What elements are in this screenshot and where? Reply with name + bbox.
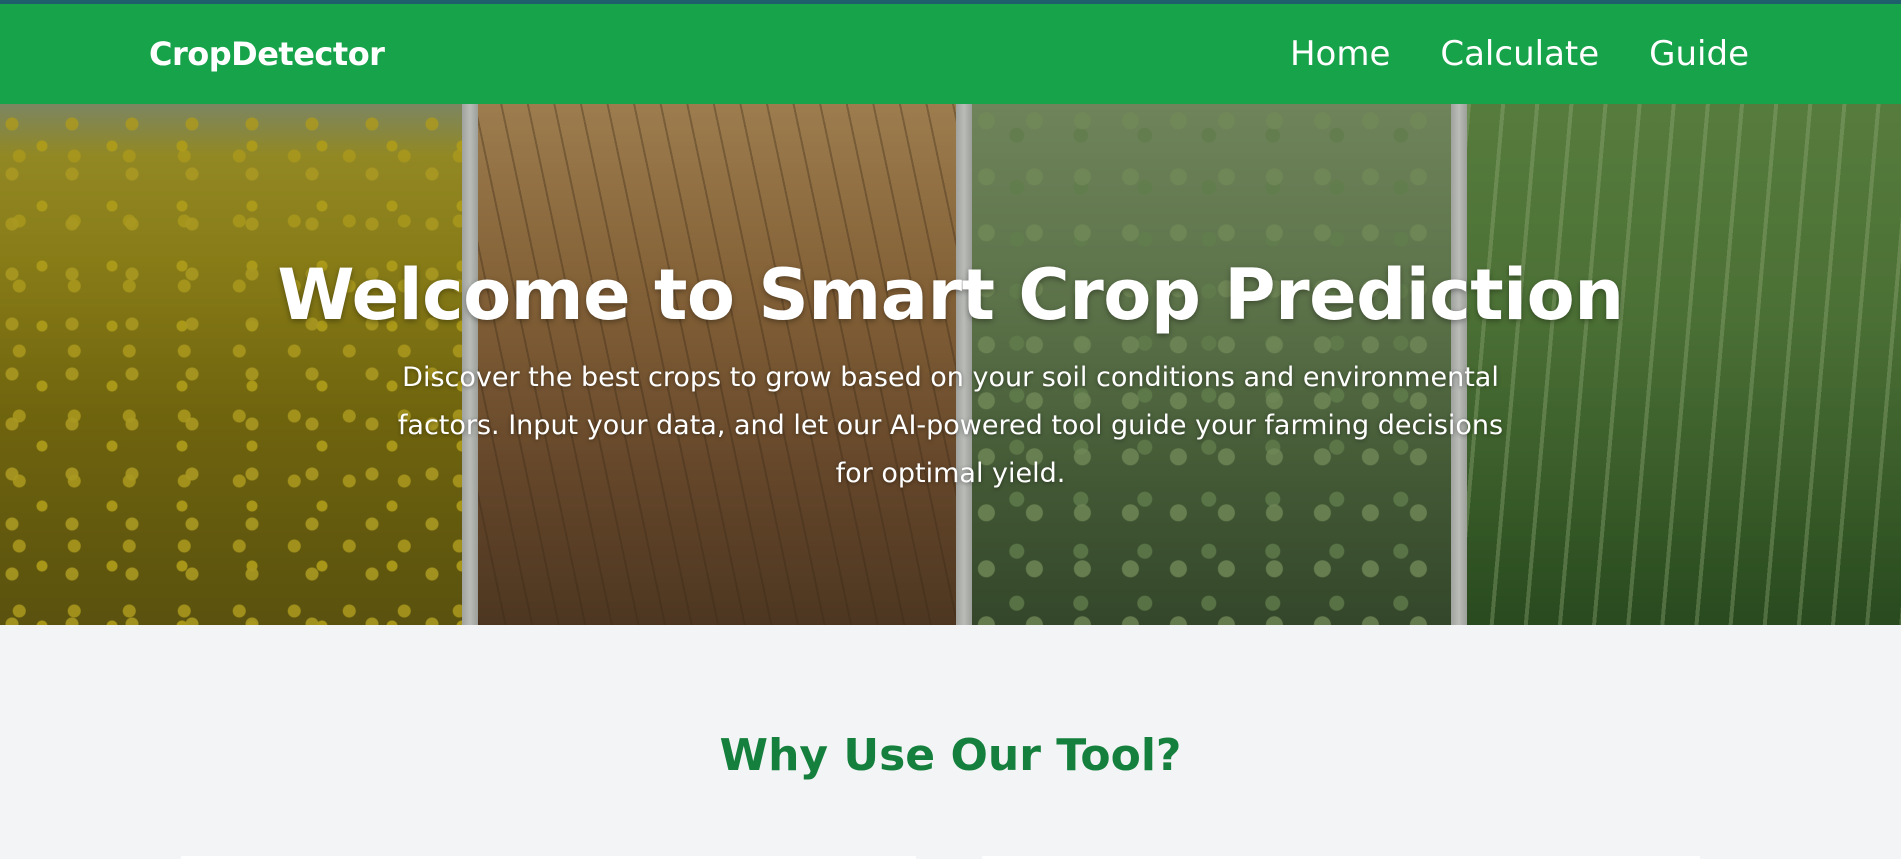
features-title: Why Use Our Tool?: [719, 730, 1182, 781]
brand-logo[interactable]: CropDetector: [149, 35, 385, 73]
nav-link-home[interactable]: Home: [1290, 34, 1390, 74]
nav-link-calculate[interactable]: Calculate: [1440, 34, 1599, 74]
nav-links: Home Calculate Guide: [1290, 34, 1749, 74]
hero-title: Welcome to Smart Crop Prediction: [277, 254, 1624, 336]
hero-content: Welcome to Smart Crop Prediction Discove…: [0, 254, 1901, 498]
nav-link-guide[interactable]: Guide: [1649, 34, 1749, 74]
hero-section: Welcome to Smart Crop Prediction Discove…: [0, 104, 1901, 625]
features-section: Why Use Our Tool?: [0, 625, 1901, 781]
hero-description: Discover the best crops to grow based on…: [397, 362, 1504, 489]
navbar: CropDetector Home Calculate Guide: [0, 4, 1901, 104]
